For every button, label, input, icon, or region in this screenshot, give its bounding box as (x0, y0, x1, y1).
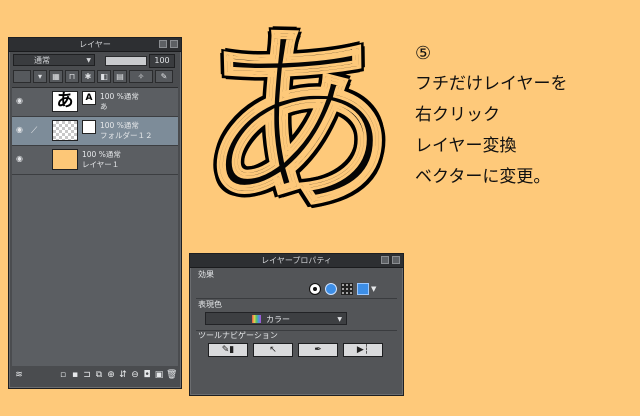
lock-transparent-icon[interactable]: ▦ (49, 70, 63, 83)
layer-row-paper[interactable]: ◉ 100 %通常 レイヤー１ (12, 146, 178, 175)
extract-line-icon[interactable] (325, 283, 337, 295)
new-raster-layer-icon[interactable]: ▫ (58, 370, 68, 381)
instruction-line-1: フチだけレイヤーを (415, 74, 568, 94)
pen-icon[interactable]: ✎ (155, 70, 173, 83)
folder-icon (82, 120, 96, 134)
layer-row-text[interactable]: ◉ あ A 100 %通常 あ (12, 88, 178, 117)
effect-buttons: ▼ (309, 283, 387, 297)
chevron-down-icon[interactable]: ▾ (33, 70, 47, 83)
trash-icon[interactable]: 🗑 (166, 370, 177, 381)
copy-layer-icon[interactable]: ⧉ (94, 370, 104, 381)
minimize-icon[interactable] (381, 256, 389, 264)
effect-label: 効果 (198, 270, 214, 279)
chevron-down-icon: ▼ (86, 57, 91, 64)
opacity-slider[interactable] (105, 56, 147, 66)
layer-thumbnail (52, 149, 78, 170)
clip-icon[interactable]: ⊓ (65, 70, 79, 83)
new-vector-layer-icon[interactable]: ▪ (70, 370, 80, 381)
expression-color-value: カラー (266, 315, 290, 324)
property-panel-title: レイヤープロパティ (261, 256, 332, 265)
eye-icon[interactable]: ◉ (16, 97, 26, 105)
layer-blend-info: 100 %通常 (100, 121, 139, 130)
color-swatch-icon[interactable] (13, 70, 31, 83)
eye-icon[interactable]: ◉ (16, 126, 26, 134)
layer-list: ◉ あ A 100 %通常 あ ◉ ⟋ 100 %通常 フォルダー１２ ◉ 10… (12, 87, 178, 366)
layer-blend-info: 100 %通常 (82, 150, 121, 159)
merge-down-icon[interactable]: ⊕ (106, 370, 116, 381)
minimize-icon[interactable] (159, 40, 167, 48)
bordered-character-artwork: あ (186, 24, 410, 223)
instruction-line-4: ベクターに変更。 (415, 167, 551, 187)
tone-icon[interactable] (341, 283, 353, 295)
menu-icon[interactable]: ≋ (14, 370, 24, 381)
layer-row-folder[interactable]: ◉ ⟋ 100 %通常 フォルダー１２ (12, 117, 178, 146)
tool-navigation-label: ツールナビゲーション (198, 331, 278, 340)
close-icon[interactable] (392, 256, 400, 264)
expression-color-label: 表現色 (198, 300, 222, 309)
layer-blend-info: 100 %通常 (100, 92, 139, 101)
blend-mode-value: 通常 (34, 56, 50, 65)
layer-toolbar: ≋ ▫ ▪ ⊐ ⧉ ⊕ ⇵ ⊖ ◘ ▣ 🗑 (12, 368, 178, 384)
chevron-down-icon: ▼ (337, 316, 342, 323)
layer-thumbnail: あ (52, 91, 78, 112)
big-character-glyph: あ (198, 9, 397, 237)
layer-name: レイヤー１ (82, 160, 120, 169)
instruction-line-2: 右クリック (415, 105, 500, 125)
reference-icon[interactable]: ✱ (81, 70, 95, 83)
eye-icon[interactable]: ◉ (16, 155, 26, 163)
select-nav-icon[interactable]: ▶┆ (343, 343, 383, 357)
instruction-text: ⑤ フチだけレイヤーを 右クリック レイヤー変換 ベクターに変更。 (415, 38, 637, 193)
expression-color-select[interactable]: カラー ▼ (205, 312, 347, 325)
opacity-slider-fill (106, 57, 146, 65)
pen-tool-nav-icon[interactable]: ✎▮ (208, 343, 248, 357)
layer-panel-titlebar[interactable]: レイヤー (9, 38, 181, 52)
wand-icon[interactable]: ✧ (129, 70, 153, 83)
layer-panel-title: レイヤー (79, 40, 111, 49)
layer-color-icon[interactable] (357, 283, 369, 295)
layer-name: あ (100, 102, 108, 111)
color-mode-icon (252, 315, 261, 323)
transfer-icon[interactable]: ⇵ (118, 370, 128, 381)
close-icon[interactable] (170, 40, 178, 48)
pen-icon: ⟋ (31, 126, 38, 136)
border-effect-icon[interactable] (309, 283, 321, 295)
opacity-input[interactable]: 100 (149, 54, 175, 68)
apply-mask-icon[interactable]: ▣ (154, 370, 164, 381)
text-layer-icon: A (82, 91, 96, 105)
layer-name: フォルダー１２ (100, 131, 153, 140)
chevron-down-icon[interactable]: ▼ (371, 283, 381, 295)
create-mask-icon[interactable]: ◘ (142, 370, 152, 381)
layer-thumbnail (52, 120, 78, 141)
layer-panel: レイヤー 通常 ▼ 100 ▾ ▦ ⊓ ✱ ◧ ▤ ✧ ✎ ◉ あ A 100 … (8, 37, 182, 389)
instruction-line-3: レイヤー変換 (415, 136, 517, 156)
blend-mode-select[interactable]: 通常 ▼ (13, 54, 95, 66)
tool-navigation-buttons: ✎▮ ↖ ✒ ▶┆ (205, 343, 390, 357)
step-number: ⑤ (415, 43, 432, 64)
layer-property-panel: レイヤープロパティ 効果 ▼ 表現色 カラー ▼ ツールナビゲーション ✎▮ ↖… (189, 253, 404, 396)
object-tool-nav-icon[interactable]: ↖ (253, 343, 293, 357)
mask-icon[interactable]: ◧ (97, 70, 111, 83)
lock-icon[interactable]: ▤ (113, 70, 127, 83)
new-folder-icon[interactable]: ⊐ (82, 370, 92, 381)
correct-line-nav-icon[interactable]: ✒ (298, 343, 338, 357)
clip-layer-icon[interactable]: ⊖ (130, 370, 140, 381)
property-panel-titlebar[interactable]: レイヤープロパティ (190, 254, 403, 268)
divider (196, 298, 397, 299)
